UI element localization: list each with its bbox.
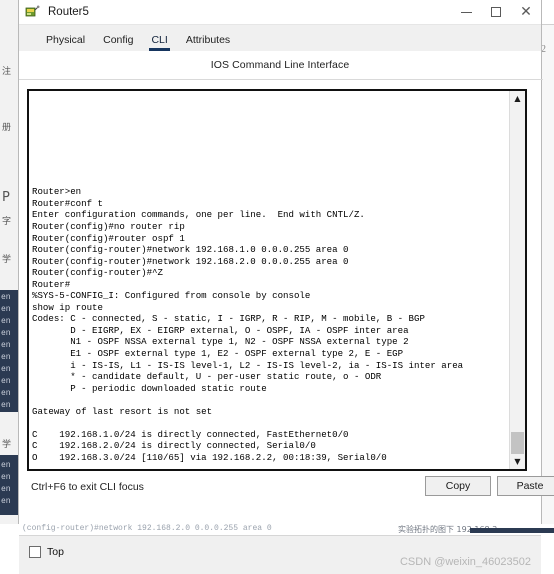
bg-left-line-7: en	[1, 377, 11, 386]
chevron-up-icon[interactable]: ▲	[510, 91, 525, 106]
tab-attributes[interactable]: Attributes	[177, 34, 239, 51]
cli-terminal[interactable]: Router>en Router#conf t Enter configurat…	[27, 89, 527, 471]
top-checkbox-label: Top	[47, 546, 64, 558]
copy-button[interactable]: Copy	[425, 476, 491, 496]
close-icon[interactable]: ✕	[511, 0, 541, 25]
cli-terminal-text[interactable]: Router>en Router#conf t Enter configurat…	[32, 94, 505, 469]
panel-title: IOS Command Line Interface	[210, 59, 350, 71]
router-cli-window: Router5 ✕ Physical Config CLI Attributes…	[18, 0, 554, 574]
bg-left-cjk-0: 注	[2, 67, 12, 77]
maximize-icon[interactable]	[481, 0, 511, 25]
bg-left-cjk-3: 学	[2, 255, 12, 265]
bg-left-cjk-2: 字	[2, 217, 12, 227]
chevron-down-icon[interactable]: ▼	[510, 454, 525, 469]
bottom-bar: Top CSDN @weixin_46023502	[19, 535, 541, 574]
bg-bottom-text: (config-router)#network 192.168.2.0 0.0.…	[22, 524, 272, 533]
bg-left-line2-1: en	[1, 473, 11, 482]
tab-bar: Physical Config CLI Attributes	[19, 25, 541, 51]
bg-left-line-0: en	[1, 293, 11, 302]
top-checkbox-group[interactable]: Top	[29, 546, 64, 558]
paste-button[interactable]: Paste	[497, 476, 554, 496]
cli-panel: IOS Command Line Interface Router>en Rou…	[19, 51, 554, 574]
bg-left-line-4: en	[1, 341, 11, 350]
background-taskbar-sliver	[470, 528, 554, 533]
router-device-icon	[24, 4, 40, 20]
tab-physical[interactable]: Physical	[37, 34, 94, 51]
minimize-icon[interactable]	[451, 0, 481, 25]
bg-left-line-1: en	[1, 305, 11, 314]
cli-focus-hint: Ctrl+F6 to exit CLI focus	[31, 481, 144, 493]
background-right-top-area	[540, 0, 554, 25]
bg-left-line2-3: en	[1, 497, 11, 506]
bg-left-line-3: en	[1, 329, 11, 338]
bg-left-line2-2: en	[1, 485, 11, 494]
tab-cli[interactable]: CLI	[142, 34, 176, 51]
bg-left-cjk-1: 册	[2, 123, 12, 133]
panel-divider	[19, 79, 543, 80]
bg-left-line-6: en	[1, 365, 11, 374]
bg-left-cjk-4: 学	[2, 440, 12, 450]
watermark-text: CSDN @weixin_46023502	[399, 556, 531, 568]
bg-left-line-5: en	[1, 353, 11, 362]
bg-left-line-9: en	[1, 401, 11, 410]
tab-config[interactable]: Config	[94, 34, 142, 51]
window-controls: ✕	[451, 0, 541, 25]
window-title: Router5	[48, 6, 89, 18]
terminal-vertical-scrollbar[interactable]: ▲ ▼	[509, 91, 525, 469]
bg-left-line-2: en	[1, 317, 11, 326]
bg-left-line2-0: en	[1, 461, 11, 470]
top-checkbox[interactable]	[29, 546, 41, 558]
window-titlebar[interactable]: Router5 ✕	[19, 0, 541, 25]
bg-left-letter-p: P	[2, 190, 10, 205]
bg-left-line-8: en	[1, 389, 11, 398]
